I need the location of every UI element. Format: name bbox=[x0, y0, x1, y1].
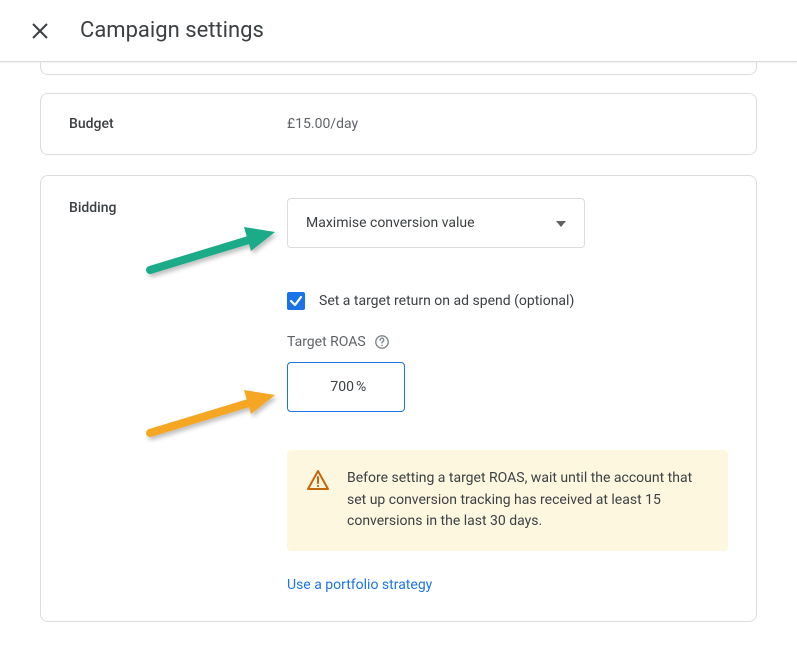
target-roas-checkbox[interactable] bbox=[287, 292, 305, 310]
portfolio-strategy-link[interactable]: Use a portfolio strategy bbox=[287, 577, 432, 593]
header: Campaign settings bbox=[0, 0, 797, 62]
target-roas-checkbox-row: Set a target return on ad spend (optiona… bbox=[287, 292, 728, 310]
bidding-card: Bidding Maximise conversion value Set a … bbox=[40, 175, 757, 622]
budget-card[interactable]: Budget £15.00/day bbox=[40, 93, 757, 155]
warning-text: Before setting a target ROAS, wait until… bbox=[347, 468, 708, 533]
collapsed-card bbox=[40, 62, 757, 75]
close-icon[interactable] bbox=[28, 19, 52, 43]
page-title: Campaign settings bbox=[80, 18, 264, 43]
warning-banner: Before setting a target ROAS, wait until… bbox=[287, 450, 728, 551]
target-roas-input-container[interactable]: % bbox=[287, 362, 405, 412]
target-roas-input[interactable] bbox=[306, 379, 354, 395]
budget-label: Budget bbox=[69, 116, 287, 132]
bid-strategy-dropdown[interactable]: Maximise conversion value bbox=[287, 198, 585, 248]
target-roas-suffix: % bbox=[356, 379, 366, 395]
dropdown-value: Maximise conversion value bbox=[306, 215, 475, 231]
bidding-label: Bidding bbox=[69, 198, 287, 593]
target-roas-checkbox-label: Set a target return on ad spend (optiona… bbox=[319, 293, 574, 309]
budget-value: £15.00/day bbox=[287, 116, 358, 132]
warning-icon bbox=[307, 470, 329, 494]
target-roas-label: Target ROAS bbox=[287, 334, 366, 350]
chevron-down-icon bbox=[556, 215, 566, 231]
help-icon[interactable] bbox=[374, 334, 390, 350]
